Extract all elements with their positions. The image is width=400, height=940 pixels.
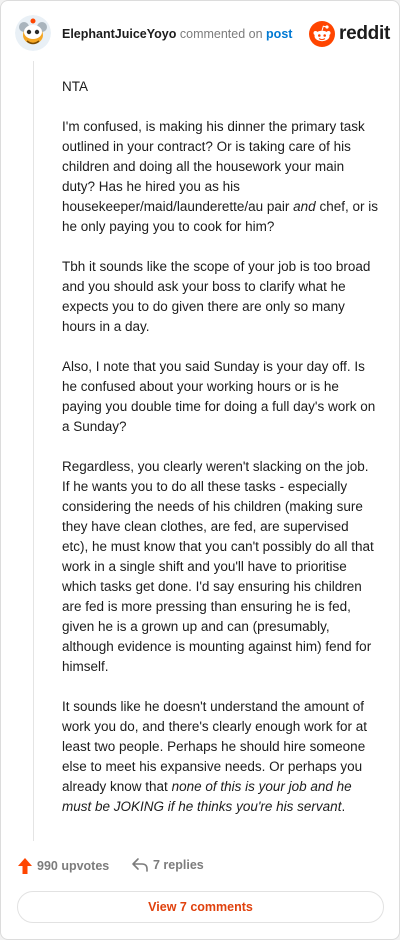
- paragraph-text: NTA: [62, 79, 88, 94]
- comment-paragraph: NTA: [62, 77, 378, 97]
- comment-meta: ElephantJuiceYoyo commented on post: [62, 27, 292, 41]
- comment-card: ElephantJuiceYoyo commented on post redd…: [0, 0, 400, 940]
- paragraph-text: .: [341, 799, 346, 814]
- reddit-logo[interactable]: reddit: [309, 21, 390, 47]
- reddit-logo-icon: [309, 21, 335, 47]
- comment-body: NTA I'm confused, is making his dinner th…: [62, 77, 378, 837]
- comment-header: ElephantJuiceYoyo commented on post redd…: [15, 15, 390, 55]
- comment-footer: 990 upvotes 7 replies: [17, 857, 377, 879]
- reply-arrow-icon: [132, 858, 148, 872]
- post-link[interactable]: post: [266, 27, 292, 41]
- emphasis-text: and: [293, 199, 316, 214]
- reply-count: 7 replies: [153, 858, 204, 872]
- upvote-arrow-icon: [18, 858, 32, 874]
- comment-paragraph: Tbh it sounds like the scope of your job…: [62, 257, 378, 337]
- comment-paragraph: I'm confused, is making his dinner the p…: [62, 117, 378, 237]
- comment-paragraph: Also, I note that you said Sunday is you…: [62, 357, 378, 437]
- reddit-wordmark: reddit: [339, 23, 390, 44]
- meta-verb: commented on: [179, 27, 263, 41]
- snoo-avatar-icon[interactable]: [15, 15, 51, 51]
- paragraph-text: Also, I note that you said Sunday is you…: [62, 359, 376, 434]
- paragraph-text: Tbh it sounds like the scope of your job…: [62, 259, 371, 334]
- comment-paragraph: Regardless, you clearly weren't slacking…: [62, 457, 378, 677]
- thread-line[interactable]: [33, 61, 34, 841]
- replies-button[interactable]: 7 replies: [131, 857, 204, 873]
- comment-paragraph: It sounds like he doesn't understand the…: [62, 697, 378, 817]
- view-comments-button[interactable]: View 7 comments: [17, 891, 384, 923]
- paragraph-text: Regardless, you clearly weren't slacking…: [62, 459, 374, 674]
- upvote-button[interactable]: 990 upvotes: [17, 857, 109, 875]
- upvote-count: 990 upvotes: [37, 859, 110, 873]
- username-link[interactable]: ElephantJuiceYoyo: [62, 27, 176, 41]
